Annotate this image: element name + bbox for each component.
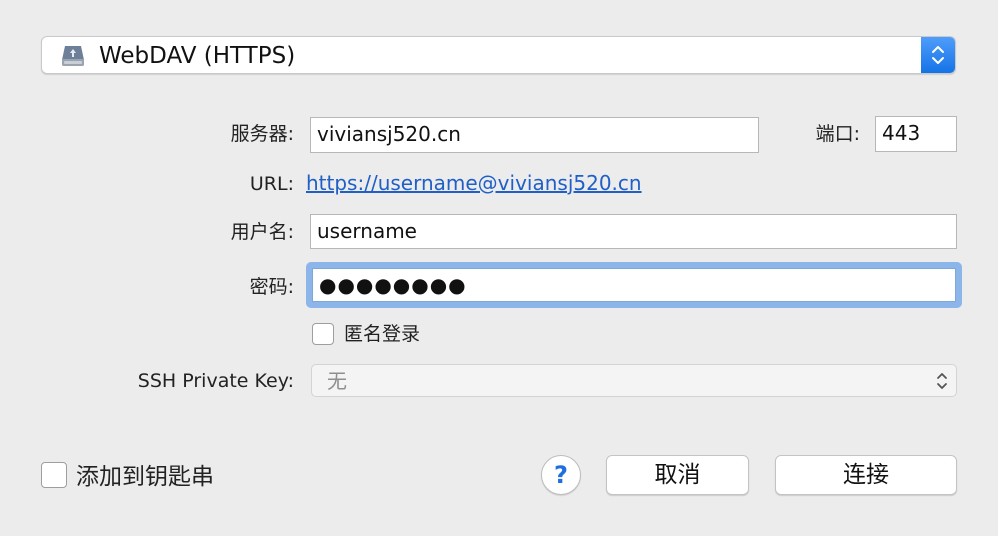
help-button[interactable]: ? <box>541 455 581 495</box>
ssh-key-label: SSH Private Key: <box>137 370 294 392</box>
protocol-select[interactable]: WebDAV (HTTPS) <box>41 36 956 74</box>
port-field[interactable]: 443 <box>875 116 957 152</box>
username-label: 用户名: <box>230 221 294 243</box>
password-label: 密码: <box>249 276 294 298</box>
url-label: URL: <box>249 173 294 195</box>
password-field-focus-ring[interactable]: ●●●●●●●● <box>306 262 962 308</box>
cancel-button[interactable]: 取消 <box>606 455 749 495</box>
port-label: 端口: <box>815 123 860 145</box>
network-drive-icon <box>60 44 86 68</box>
protocol-stepper[interactable] <box>921 37 955 73</box>
server-field[interactable]: viviansj520.cn <box>310 117 759 153</box>
server-label: 服务器: <box>230 123 294 145</box>
keychain-label: 添加到钥匙串 <box>76 464 214 490</box>
anonymous-checkbox[interactable] <box>312 323 334 345</box>
up-down-chevron-icon <box>932 46 944 64</box>
protocol-label: WebDAV (HTTPS) <box>99 43 296 69</box>
url-link[interactable]: https://username@viviansj520.cn <box>306 170 642 196</box>
username-field[interactable]: username <box>310 214 957 249</box>
ssh-key-select[interactable]: 无 <box>311 364 957 397</box>
password-field[interactable]: ●●●●●●●● <box>312 268 956 302</box>
anonymous-label: 匿名登录 <box>344 323 421 345</box>
up-down-chevron-icon <box>935 370 949 396</box>
ssh-key-value: 无 <box>327 369 347 393</box>
connect-button[interactable]: 连接 <box>775 455 957 495</box>
keychain-checkbox[interactable] <box>41 462 67 488</box>
